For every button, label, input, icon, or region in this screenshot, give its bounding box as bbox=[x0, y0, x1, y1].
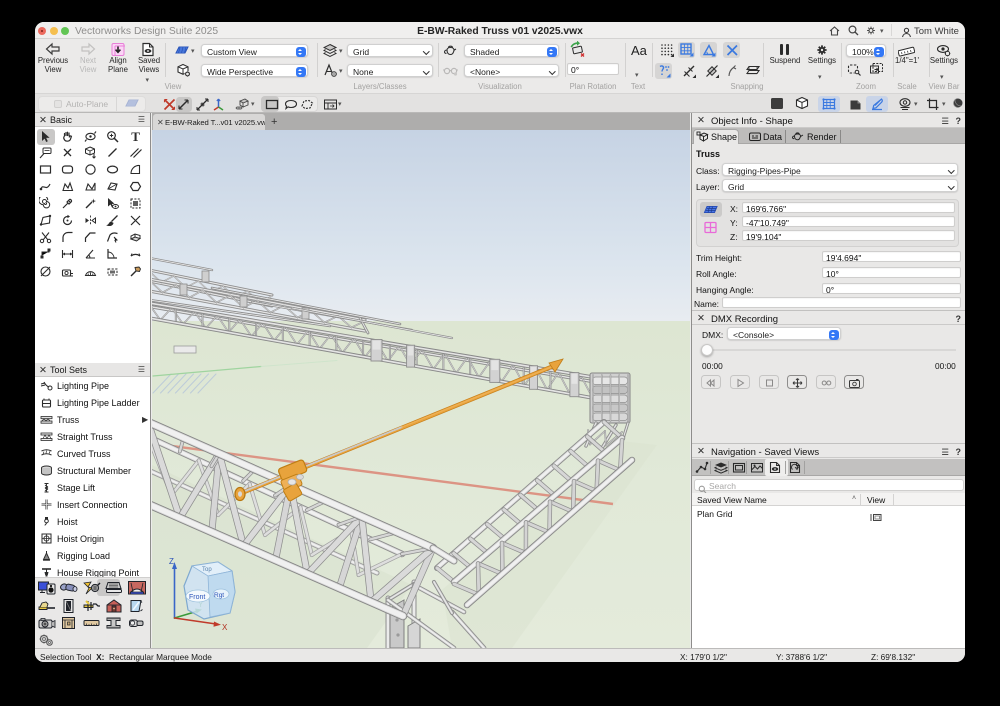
svg-text:Top: Top bbox=[202, 567, 212, 573]
svg-text:Z: Z bbox=[169, 557, 174, 566]
svg-text:Front: Front bbox=[189, 594, 205, 601]
svg-text:Rgt: Rgt bbox=[214, 592, 224, 599]
svg-text:X: X bbox=[222, 623, 228, 632]
svg-text:T: T bbox=[131, 130, 140, 143]
